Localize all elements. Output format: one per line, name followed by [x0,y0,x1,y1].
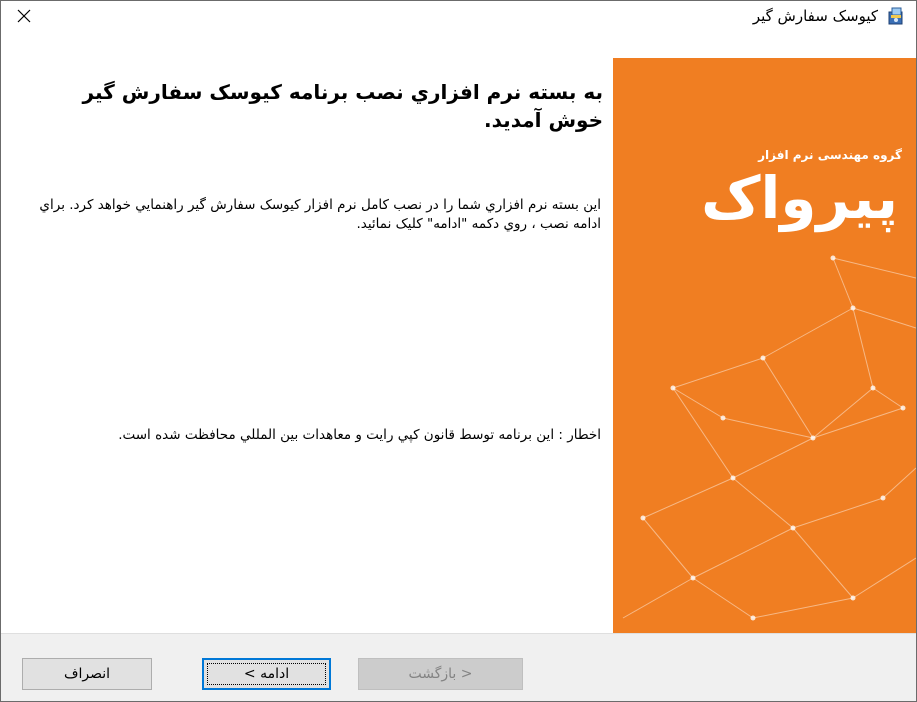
back-button[interactable]: < بازگشت [358,658,523,690]
brand-logo: پیرواک [701,164,900,232]
welcome-heading: به بسته نرم افزاري نصب برنامه كيوسک سفار… [82,80,603,132]
close-icon [17,9,31,23]
content-area: به بسته نرم افزاري نصب برنامه كيوسک سفار… [1,58,916,633]
installer-window: كيوسک سفارش گير به بسته نرم افزاري نصب ب… [0,0,917,702]
network-pattern [622,255,916,621]
cancel-button[interactable]: انصراف [22,658,152,690]
close-button[interactable] [1,1,47,31]
copyright-warning: اخطار : اين برنامه توسط قانون كپي رايت و… [118,427,601,443]
installer-package-icon [888,7,903,25]
welcome-panel: به بسته نرم افزاري نصب برنامه كيوسک سفار… [1,58,613,633]
window-title: كيوسک سفارش گير [752,7,878,25]
button-bar: انصراف ادامه > < بازگشت [1,633,916,701]
title-area: كيوسک سفارش گير [753,1,906,31]
logo-tagline: گروه مهندسی نرم افزار [758,148,902,162]
title-bar: كيوسک سفارش گير [1,1,916,31]
next-button[interactable]: ادامه > [202,658,331,690]
next-button-label: ادامه > [243,666,290,682]
intro-text: اين بسته نرم افزاري شما را در نصب كامل ن… [39,197,601,232]
brand-banner: گروه مهندسی نرم افزار پیرواک [613,58,916,633]
